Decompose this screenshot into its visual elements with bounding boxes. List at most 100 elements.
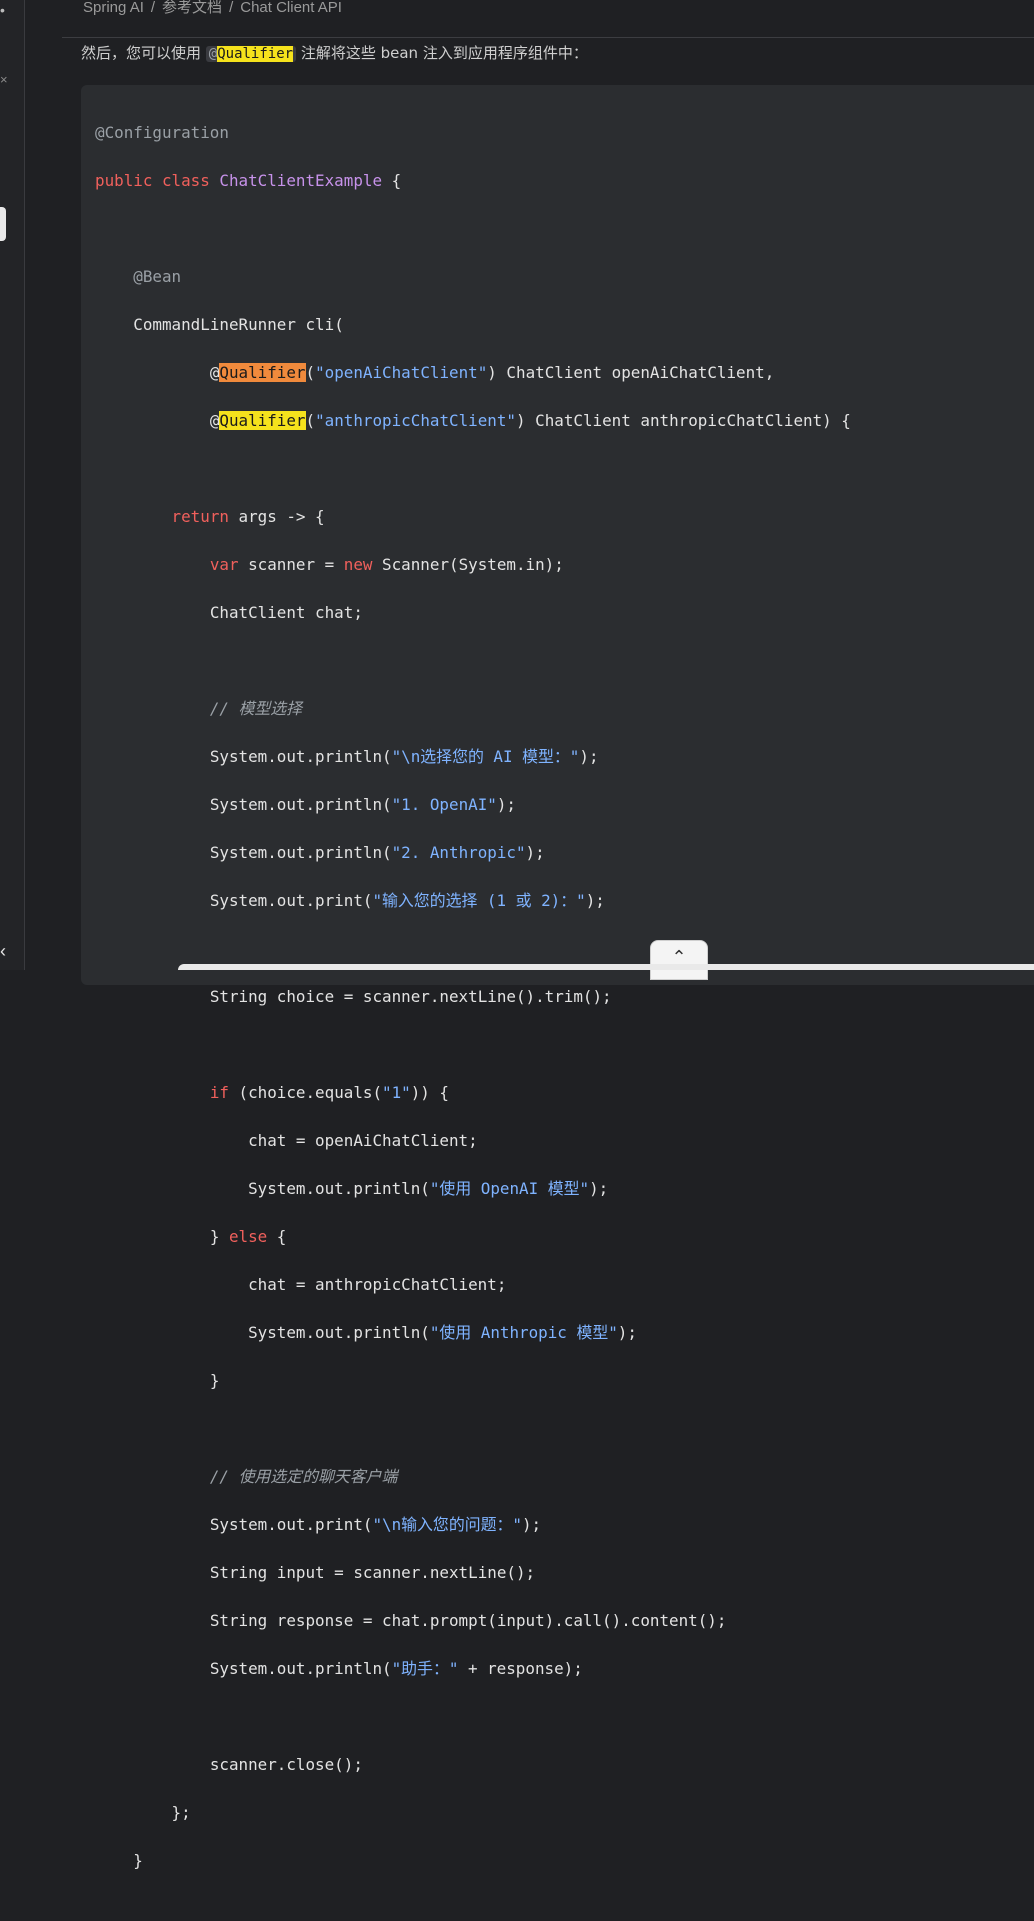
breadcrumb-item[interactable]: Spring AI <box>83 0 144 16</box>
code-token: Scanner(System.in); <box>372 555 564 574</box>
code-token: "使用 OpenAI 模型" <box>429 1179 590 1198</box>
code-token: chat = anthropicChatClient; <box>248 1275 507 1294</box>
code-line: System.out.println("助手：" + response); <box>95 1657 851 1681</box>
code-line: ChatClient chat; <box>95 601 851 625</box>
code-line: // 模型选择 <box>95 697 851 721</box>
bottom-toolbar <box>178 964 1034 970</box>
code-token: System.out.print( <box>209 1515 373 1534</box>
code-token: { <box>382 171 402 190</box>
code-line: System.out.print("输入您的选择 (1 或 2)："); <box>95 889 851 913</box>
code-line: System.out.println("2. Anthropic"); <box>95 841 851 865</box>
code-token: scanner.close(); <box>209 1755 363 1774</box>
close-icon[interactable]: × <box>0 72 8 87</box>
code-token: var <box>209 555 239 574</box>
code-line: System.out.println("1. OpenAI"); <box>95 793 851 817</box>
code-token: ); <box>521 1515 542 1534</box>
code-line: String choice = scanner.nextLine().trim(… <box>95 985 851 1009</box>
search-highlight: Qualifier <box>217 46 294 62</box>
code-token: if <box>209 1083 229 1102</box>
code-line: System.out.println("使用 Anthropic 模型"); <box>95 1321 851 1345</box>
code-token: chat = openAiChatClient; <box>248 1131 478 1150</box>
search-highlight: Qualifier <box>219 411 306 430</box>
code-line: @Qualifier("anthropicChatClient") ChatCl… <box>95 409 851 433</box>
code-token: @ <box>209 363 220 382</box>
code-block: @Configuration public class ChatClientEx… <box>81 85 1034 1870</box>
code-token: System.out.print( <box>209 891 373 910</box>
intro-text: 注解将这些 bean 注入到应用程序组件中： <box>296 44 588 62</box>
code-token: "\n选择您的 AI 模型：" <box>391 747 580 766</box>
chevron-left-icon[interactable]: ‹ <box>0 941 6 962</box>
code-token: ); <box>589 1179 609 1198</box>
code-token: "1. OpenAI" <box>391 795 497 814</box>
intro-text: 然后，您可以使用 <box>81 44 206 62</box>
code-line: public class ChatClientExample { <box>95 169 851 193</box>
scroll-to-top-button[interactable]: ⌃ <box>650 940 708 980</box>
code-token: ( <box>305 411 316 430</box>
code-line: @Configuration <box>95 121 851 145</box>
code-token: + response); <box>458 1659 583 1678</box>
code-line: if (choice.equals("1")) { <box>95 1081 851 1105</box>
code-token: ) ChatClient anthropicChatClient) { <box>516 411 851 430</box>
code-token: } <box>209 1371 220 1390</box>
code-token: // 模型选择 <box>209 699 303 718</box>
code-token: (choice.equals( <box>228 1083 383 1102</box>
code-token: // 使用选定的聊天客户端 <box>209 1467 398 1486</box>
code-token: ChatClient chat; <box>209 603 363 622</box>
code-token: ); <box>617 1323 637 1342</box>
code-token: "输入您的选择 (1 或 2)：" <box>372 891 586 910</box>
code-token: new <box>343 555 373 574</box>
code-token: ); <box>525 843 545 862</box>
code-token: @Configuration <box>95 123 229 142</box>
code-token: ); <box>496 795 516 814</box>
code-token: String choice = scanner.nextLine().trim(… <box>209 987 612 1006</box>
code-line: chat = anthropicChatClient; <box>95 1273 851 1297</box>
code-token: public class <box>95 171 220 190</box>
code-token: args -> { <box>228 507 325 526</box>
code-token: ); <box>585 891 605 910</box>
code-token: "助手：" <box>391 1659 459 1678</box>
breadcrumb-separator: / <box>229 0 234 16</box>
code-line: System.out.println("\n选择您的 AI 模型："); <box>95 745 851 769</box>
code-token: ( <box>305 363 316 382</box>
code-token: scanner = <box>238 555 344 574</box>
code-line: String response = chat.prompt(input).cal… <box>95 1609 851 1633</box>
code-line: System.out.println("使用 OpenAI 模型"); <box>95 1177 851 1201</box>
code-line: System.out.print("\n输入您的问题："); <box>95 1513 851 1537</box>
breadcrumb-item[interactable]: 参考文档 <box>162 0 222 16</box>
code-line: // 使用选定的聊天客户端 <box>95 1465 851 1489</box>
code-line: @Bean <box>95 265 851 289</box>
left-sidebar-gutter: • × ‹ <box>0 0 25 970</box>
code-line: } else { <box>95 1225 851 1249</box>
breadcrumb-item-current: Chat Client API <box>240 0 342 16</box>
code-token: ) ChatClient openAiChatClient, <box>487 363 775 382</box>
code-line: chat = openAiChatClient; <box>95 1129 851 1153</box>
inline-code: @Qualifier <box>205 46 297 62</box>
inline-code-prefix: @ <box>208 46 218 62</box>
code-token: String input = scanner.nextLine(); <box>209 1563 536 1582</box>
code-token: System.out.println( <box>248 1323 430 1342</box>
code-line: } <box>95 1369 851 1393</box>
code-line: var scanner = new Scanner(System.in); <box>95 553 851 577</box>
search-highlight-current: Qualifier <box>219 363 306 382</box>
code-token: ChatClientExample <box>219 171 383 190</box>
code-token: }; <box>171 1803 191 1822</box>
code-token: System.out.println( <box>209 1659 392 1678</box>
code-line: CommandLineRunner cli( <box>95 313 851 337</box>
code-line: @Qualifier("openAiChatClient") ChatClien… <box>95 361 851 385</box>
dot-icon: • <box>0 2 5 18</box>
code-line: }; <box>95 1801 851 1825</box>
code-line: String input = scanner.nextLine(); <box>95 1561 851 1585</box>
code-token: @ <box>209 411 220 430</box>
code-token: } <box>133 1851 143 1870</box>
sidebar-tab-handle[interactable] <box>0 207 6 241</box>
code-token: "使用 Anthropic 模型" <box>429 1323 618 1342</box>
code-token: System.out.println( <box>209 795 392 814</box>
code-content: @Configuration public class ChatClientEx… <box>95 97 851 1921</box>
code-token: System.out.println( <box>248 1179 430 1198</box>
